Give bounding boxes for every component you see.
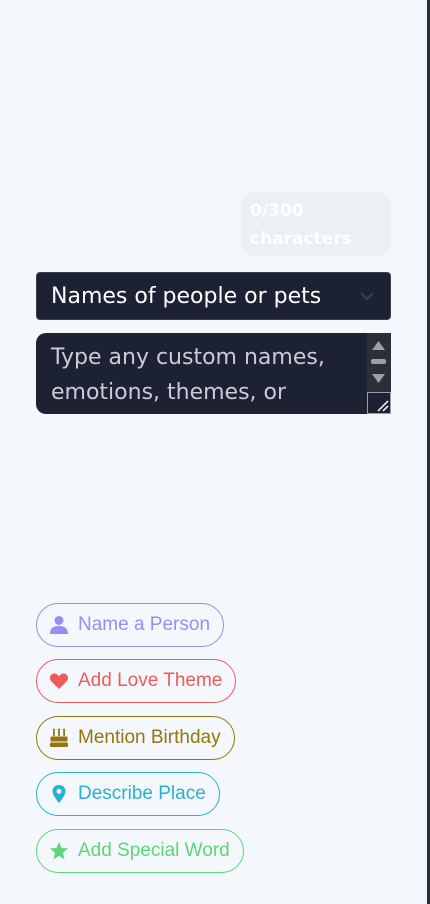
character-counter: 0/300 characters xyxy=(241,192,391,256)
add-special-word-button[interactable]: Add Special Word xyxy=(36,829,244,873)
star-icon xyxy=(50,842,68,860)
scroll-down-arrow-icon[interactable] xyxy=(371,373,386,385)
scroll-up-arrow-icon[interactable] xyxy=(371,339,386,351)
add-love-theme-button[interactable]: Add Love Theme xyxy=(36,659,237,703)
describe-place-button[interactable]: Describe Place xyxy=(36,772,220,816)
chevron-down-icon xyxy=(360,292,374,301)
resize-grip-icon xyxy=(377,400,389,412)
add-love-theme-label: Add Love Theme xyxy=(78,670,223,691)
birthday-cake-icon xyxy=(50,728,68,747)
scroll-thumb[interactable] xyxy=(371,359,386,364)
category-select[interactable]: Names of people or pets xyxy=(36,272,391,320)
custom-words-input[interactable]: Type any custom names, emotions, themes,… xyxy=(36,333,391,414)
mention-birthday-button[interactable]: Mention Birthday xyxy=(36,716,235,760)
category-select-value: Names of people or pets xyxy=(51,283,322,309)
heart-icon xyxy=(49,673,69,689)
name-a-person-button[interactable]: Name a Person xyxy=(36,603,225,647)
person-icon xyxy=(50,616,68,634)
mention-birthday-label: Mention Birthday xyxy=(78,727,221,748)
custom-words-placeholder: Type any custom names, emotions, themes,… xyxy=(51,345,325,405)
describe-place-label: Describe Place xyxy=(78,783,206,804)
add-special-word-label: Add Special Word xyxy=(78,840,230,861)
textarea-resize-handle[interactable] xyxy=(367,392,391,414)
custom-words-panel: 0/300 characters Names of people or pets… xyxy=(0,0,430,904)
map-pin-icon xyxy=(52,785,66,803)
name-a-person-label: Name a Person xyxy=(78,614,211,635)
